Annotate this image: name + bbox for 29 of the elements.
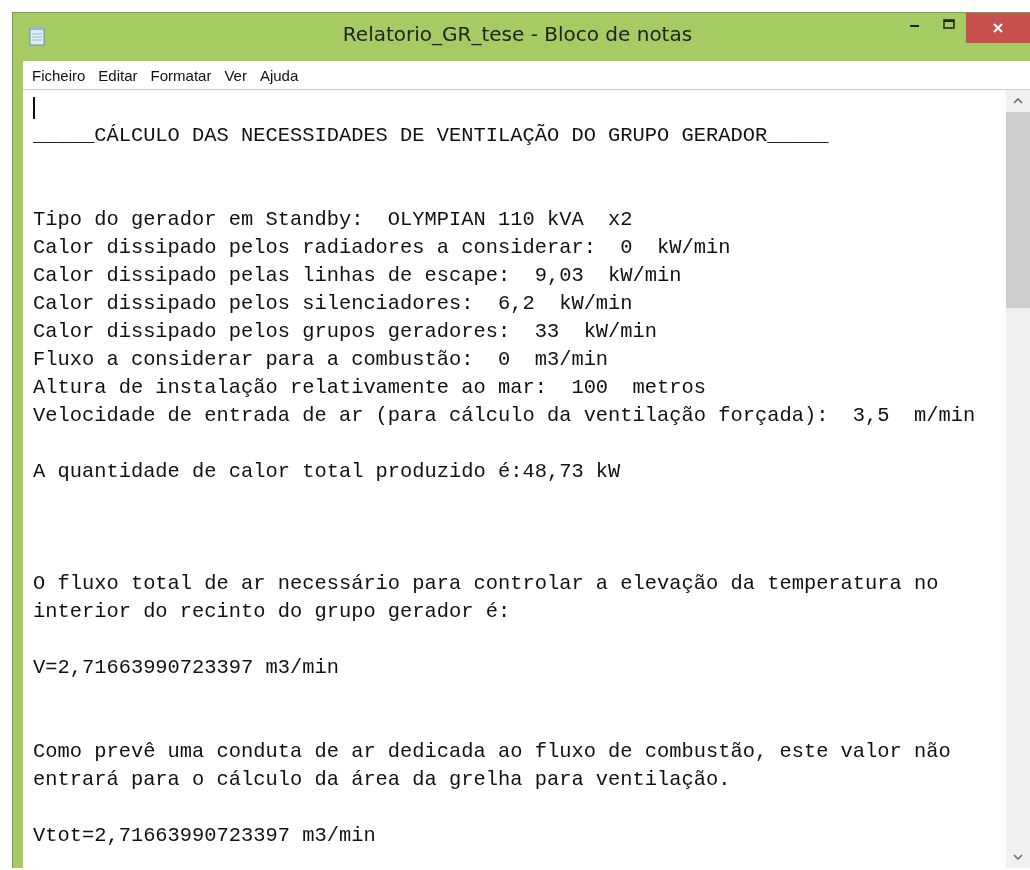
- text-line: A quantidade de calor total produzido é:48,73 kW: [33, 460, 621, 483]
- scrollbar-thumb[interactable]: [1006, 112, 1030, 308]
- menu-item[interactable]: Ver: [219, 66, 255, 84]
- menu-item[interactable]: Ficheiro: [27, 66, 94, 84]
- text-line: Vtot=2,71663990723397 m3/min: [33, 824, 376, 847]
- text-line: Altura de instalação relativamente ao mar: 100 metros: [33, 376, 706, 399]
- close-icon: [992, 22, 1004, 34]
- text-line: entrará para o cálculo da área da grelha para ventilação.: [33, 768, 731, 791]
- text-cursor: [33, 96, 35, 119]
- text-line: Calor dissipado pelos silenciadores: 6,2 kW/min: [33, 292, 633, 315]
- window-title: Relatorio_GR_tese - Bloco de notas: [341, 22, 694, 46]
- text-line: V=2,71663990723397 m3/min: [33, 656, 339, 679]
- maximize-icon: [943, 19, 955, 29]
- menu-item[interactable]: Formatar: [145, 66, 220, 84]
- text-line: Como prevê uma conduta de ar dedicada ao fluxo de combustão, este valor não: [33, 740, 951, 763]
- text-line: Tipo do gerador em Standby: OLYMPIAN 110 kVA x2: [33, 208, 633, 231]
- text-line: O fluxo total de ar necessário para controlar a elevação da temperatura no: [33, 572, 939, 595]
- text-line: _____CÁLCULO DAS NECESSIDADES DE VENTILAÇÃO DO GRUPO GERADOR_____: [33, 124, 829, 147]
- text-line: Fluxo a considerar para a combustão: 0 m3/min: [33, 348, 609, 371]
- text-line: Velocidade de entrada de ar (para cálculo da ventilação forçada): 3,5 m/min: [33, 404, 976, 427]
- scroll-up-icon[interactable]: [1013, 98, 1023, 104]
- menu-item[interactable]: Editar: [93, 66, 146, 84]
- text-line: interior do recinto do grupo gerador é:: [33, 600, 511, 623]
- text-line: Calor dissipado pelos radiadores a considerar: 0 kW/min: [33, 236, 731, 259]
- scroll-down-icon[interactable]: [1013, 854, 1023, 860]
- text-line: Calor dissipado pelos grupos geradores: 33 kW/min: [33, 320, 658, 343]
- menu-item[interactable]: Ajuda: [254, 66, 307, 84]
- text-line: Calor dissipado pelas linhas de escape: 9,03 kW/min: [33, 264, 682, 287]
- notepad-icon: [29, 26, 45, 46]
